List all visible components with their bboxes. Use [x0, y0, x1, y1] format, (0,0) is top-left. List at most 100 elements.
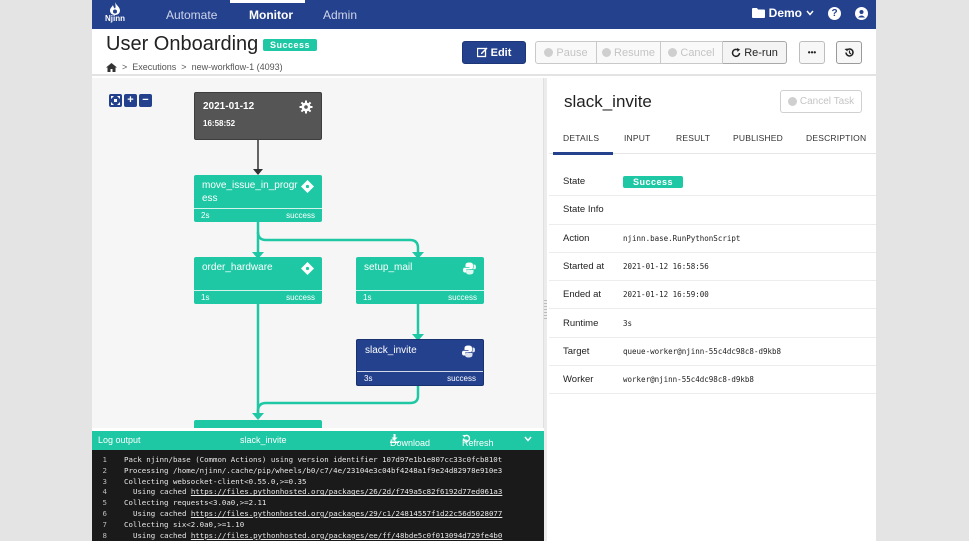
log-line-number: 8: [102, 530, 107, 540]
detail-value: 2021-01-12 16:58:56: [623, 262, 709, 272]
nav-admin[interactable]: Admin: [323, 8, 357, 22]
download-label: Download: [390, 438, 431, 448]
resume-label: Resume: [614, 46, 655, 59]
zoom-out-icon[interactable]: −: [139, 94, 152, 107]
tab-details[interactable]: DETAILS: [563, 133, 599, 143]
task-node[interactable]: move_issue_in_progress 2s success: [194, 175, 322, 222]
log-line-text: Using cached https://files.pythonhosted.…: [124, 531, 524, 541]
task-node-duration: 3s: [364, 374, 373, 383]
breadcrumb-current[interactable]: new-workflow-1 (4093): [192, 62, 283, 72]
start-node[interactable]: 2021-01-12 16:58:52: [194, 92, 322, 140]
log-text: Using cached: [133, 508, 191, 518]
detail-value: njinn.base.RunPythonScript: [623, 233, 741, 243]
task-node-partial[interactable]: [194, 420, 322, 428]
fit-icon[interactable]: [109, 94, 122, 107]
detail-row: State Info: [549, 196, 876, 225]
log-line: 7 Collecting six<2.0a0,>=1.10: [92, 520, 544, 531]
task-node[interactable]: setup_mail 1s success: [356, 257, 484, 304]
resume-button[interactable]: Resume: [597, 41, 661, 64]
rerun-label: Re-run: [744, 46, 778, 59]
start-date: 2021-01-12: [203, 101, 255, 112]
task-title: slack_invite: [564, 92, 652, 111]
collapse-log-button[interactable]: [524, 434, 532, 444]
redo-icon: [731, 47, 741, 57]
play-icon: [602, 48, 612, 57]
rerun-button[interactable]: Re-run: [723, 41, 787, 64]
breadcrumb-separator: >: [181, 62, 187, 72]
pause-button[interactable]: Pause: [535, 41, 597, 64]
tab-input[interactable]: INPUT: [624, 133, 651, 143]
detail-label: Ended at: [563, 289, 602, 301]
tab-published[interactable]: PUBLISHED: [733, 133, 783, 143]
detail-row: State Success: [549, 168, 876, 197]
log-line-number: 3: [102, 476, 107, 486]
log-line: 4 Using cached https://files.pythonhosted…: [92, 487, 544, 498]
workflow-graph-canvas[interactable]: + − 2021-01-12 16:58:52 move_issue_in_pr…: [92, 78, 544, 428]
detail-label: Target: [563, 345, 590, 357]
detail-label: Runtime: [563, 317, 599, 329]
nav-automate[interactable]: Automate: [166, 8, 217, 22]
nav-monitor[interactable]: Monitor: [249, 8, 293, 22]
log-lines: 1 Pack njinn/base (Common Actions) using …: [92, 450, 544, 541]
cancel-task-button[interactable]: Cancel Task: [780, 90, 862, 113]
help-icon[interactable]: ?: [828, 6, 841, 20]
history-button[interactable]: [836, 41, 862, 64]
task-node-name: slack_invite: [365, 345, 417, 356]
tab-result[interactable]: RESULT: [676, 133, 710, 143]
detail-row: Target queue-worker@njinn-55c4dc98c8-d9kb…: [549, 338, 876, 367]
log-line-text: Pack njinn/base (Common Actions) using v…: [124, 455, 524, 466]
breadcrumb-executions[interactable]: Executions: [132, 62, 176, 72]
task-node-name: order_hardware: [202, 262, 273, 273]
task-node-selected[interactable]: slack_invite 3s success: [356, 339, 484, 386]
task-node-status: success: [286, 293, 315, 302]
pause-label: Pause: [556, 46, 588, 59]
cancel-task-label: Cancel Task: [799, 96, 855, 107]
more-options-button[interactable]: •••: [799, 41, 825, 64]
log-text: Collecting requests<3.0a0,>=2.11: [124, 498, 267, 508]
user-icon[interactable]: [855, 6, 868, 20]
log-line-text: Collecting requests<3.0a0,>=2.11: [124, 498, 524, 509]
task-node[interactable]: order_hardware 1s success: [194, 257, 322, 304]
edit-button[interactable]: Edit: [462, 41, 526, 64]
cancel-button[interactable]: Cancel: [661, 41, 723, 64]
splitter-handle[interactable]: [544, 300, 547, 320]
workspace-selector[interactable]: Demo: [751, 6, 814, 20]
task-node-name: move_issue_in_progress: [202, 180, 298, 204]
edit-icon: [476, 47, 488, 58]
detail-label: Worker: [563, 374, 594, 386]
cancel-label: Cancel: [680, 46, 715, 59]
log-text: Using cached: [133, 530, 191, 540]
log-line: 6 Using cached https://files.pythonhosted…: [92, 509, 544, 520]
detail-row: Action njinn.base.RunPythonScript: [549, 225, 876, 253]
workspace-name: Demo: [768, 6, 802, 20]
log-link[interactable]: https://files.pythonhosted.org/packages/…: [191, 509, 502, 518]
task-node-name: setup_mail: [364, 262, 413, 273]
log-link[interactable]: https://files.pythonhosted.org/packages/…: [191, 531, 502, 540]
tab-description[interactable]: DESCRIPTION: [806, 133, 866, 143]
zoom-in-icon[interactable]: +: [124, 94, 137, 107]
log-link[interactable]: https://files.pythonhosted.org/packages/…: [191, 487, 502, 496]
download-button[interactable]: Download: [390, 434, 430, 448]
log-line-text: Collecting websocket-client<0.55.0,>=0.3…: [124, 477, 524, 488]
execution-status-badge: Success: [263, 39, 318, 51]
stop-icon: [787, 97, 797, 106]
start-time: 16:58:52: [203, 119, 236, 128]
chevron-down-icon: [806, 10, 814, 16]
edit-label: Edit: [490, 46, 512, 59]
diamond-icon: [301, 262, 314, 280]
detail-label: State Info: [563, 204, 604, 216]
page-header: User Onboarding Success > Executions > n…: [92, 29, 876, 76]
folder-icon: [751, 8, 765, 18]
home-icon[interactable]: [106, 62, 117, 72]
task-node-status: success: [447, 374, 476, 383]
stop-icon: [668, 48, 678, 57]
njinn-logo[interactable]: Njinn: [102, 2, 128, 28]
log-header: Log output slack_invite Download Refresh: [92, 431, 544, 450]
task-node-status: success: [286, 211, 315, 220]
log-line: 3 Collecting websocket-client<0.55.0,>=0.…: [92, 477, 544, 488]
gear-icon: [299, 100, 313, 119]
python-icon: [463, 262, 476, 280]
refresh-button[interactable]: Refresh: [462, 434, 494, 448]
top-navbar: Njinn Automate Monitor Admin Demo ?: [92, 0, 876, 29]
app-window: Njinn Automate Monitor Admin Demo ? User…: [92, 0, 876, 541]
